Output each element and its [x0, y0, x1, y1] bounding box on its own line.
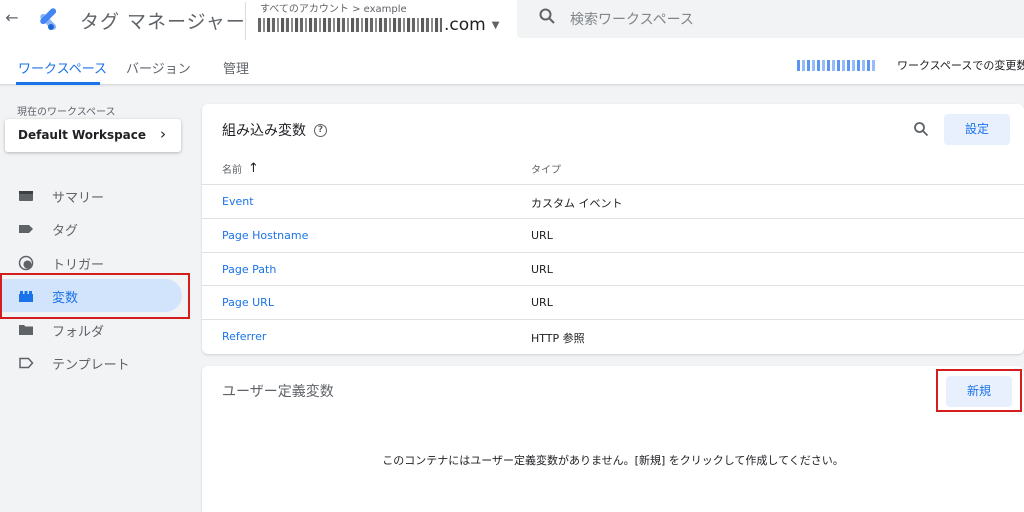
app-title: タグ マネージャー — [80, 11, 246, 33]
search-icon — [539, 8, 555, 24]
variable-type: URL — [531, 229, 553, 242]
column-header-label: 名前 — [222, 165, 242, 176]
current-workspace-label: 現在のワークスペース — [17, 107, 116, 118]
container-domain-suffix: .com — [444, 15, 486, 35]
redacted-container-name — [258, 18, 442, 32]
arrow-back-icon[interactable]: ← — [2, 8, 22, 28]
builtin-variables-title: 組み込み変数 — [222, 123, 306, 139]
folder-icon — [19, 325, 33, 335]
variable-name-link[interactable]: Page Path — [222, 263, 276, 276]
help-icon[interactable]: ? — [314, 123, 327, 137]
container-selector[interactable]: .com ▼ — [258, 15, 499, 35]
template-icon — [19, 357, 34, 369]
variable-name-link[interactable]: Page Hostname — [222, 229, 308, 242]
summary-icon — [19, 191, 33, 201]
divider — [245, 2, 246, 40]
account-breadcrumb[interactable]: すべてのアカウント > example — [260, 0, 407, 15]
chevron-right-icon: › — [160, 125, 166, 143]
highlight-box-variables — [0, 273, 190, 319]
table-row[interactable]: Page URL URL — [202, 285, 1024, 319]
variable-type: URL — [531, 296, 553, 309]
tab-admin[interactable]: 管理 — [223, 58, 249, 77]
sidebar-item-label: フォルダ — [52, 325, 105, 340]
column-header-type[interactable]: タイプ — [531, 161, 561, 176]
settings-button[interactable]: 設定 — [944, 114, 1010, 145]
table-row[interactable]: Referrer HTTP 参照 — [202, 319, 1024, 353]
sidebar-item-summary[interactable]: サマリー — [0, 179, 182, 212]
sidebar-item-label: トリガー — [52, 258, 105, 273]
search-icon[interactable] — [913, 121, 929, 137]
table-row[interactable]: Page Hostname URL — [202, 218, 1024, 252]
variable-name-link[interactable]: Referrer — [222, 330, 266, 343]
active-tab-indicator — [16, 82, 100, 85]
tab-workspace[interactable]: ワークスペース — [18, 58, 107, 77]
sidebar-item-templates[interactable]: テンプレート — [0, 346, 182, 379]
caret-down-icon: ▼ — [491, 19, 500, 31]
builtin-variables-card: 組み込み変数 ? 設定 名前 ↑ タイプ Event カスタム イベント Pag… — [202, 104, 1024, 354]
arrow-up-icon: ↑ — [248, 161, 259, 176]
search-input[interactable]: 検索ワークスペース — [570, 9, 694, 29]
card-title: 組み込み変数 ? — [222, 120, 327, 140]
tag-manager-logo — [40, 8, 57, 30]
column-header-name[interactable]: 名前 ↑ — [222, 161, 259, 176]
table-row[interactable]: Page Path URL — [202, 252, 1024, 286]
sidebar-item-label: テンプレート — [52, 358, 130, 373]
user-defined-variables-title: ユーザー定義変数 — [222, 384, 334, 400]
sidebar-item-tags[interactable]: タグ — [0, 212, 182, 245]
variable-type: カスタム イベント — [531, 197, 623, 210]
trigger-icon — [18, 255, 34, 271]
tab-versions[interactable]: バージョン — [126, 58, 191, 77]
variable-name-link[interactable]: Event — [222, 195, 254, 208]
sidebar-item-label: サマリー — [52, 191, 105, 206]
tag-icon — [19, 225, 33, 233]
workspace-selector[interactable]: Default Workspace › — [5, 119, 181, 152]
variable-type: URL — [531, 263, 553, 276]
workspace-name: Default Workspace — [18, 128, 147, 142]
user-defined-variables-card: ユーザー定義変数 新規 このコンテナにはユーザー定義変数がありません。[新規] … — [202, 366, 1024, 512]
empty-state-message: このコンテナにはユーザー定義変数がありません。[新規] をクリックして作成してく… — [382, 454, 844, 467]
highlight-box-new-button — [936, 369, 1022, 412]
variable-name-link[interactable]: Page URL — [222, 296, 274, 309]
sidebar-item-label: タグ — [52, 224, 79, 239]
variable-type: HTTP 参照 — [531, 332, 585, 345]
top-bar: ← タグ マネージャー すべてのアカウント > example .com ▼ 検… — [0, 0, 1024, 44]
redacted-workspace-changes-count — [797, 60, 875, 71]
table-row[interactable]: Event カスタム イベント — [202, 184, 1024, 218]
workspace-changes-label: ワークスペースでの変更数 — [897, 59, 1024, 72]
